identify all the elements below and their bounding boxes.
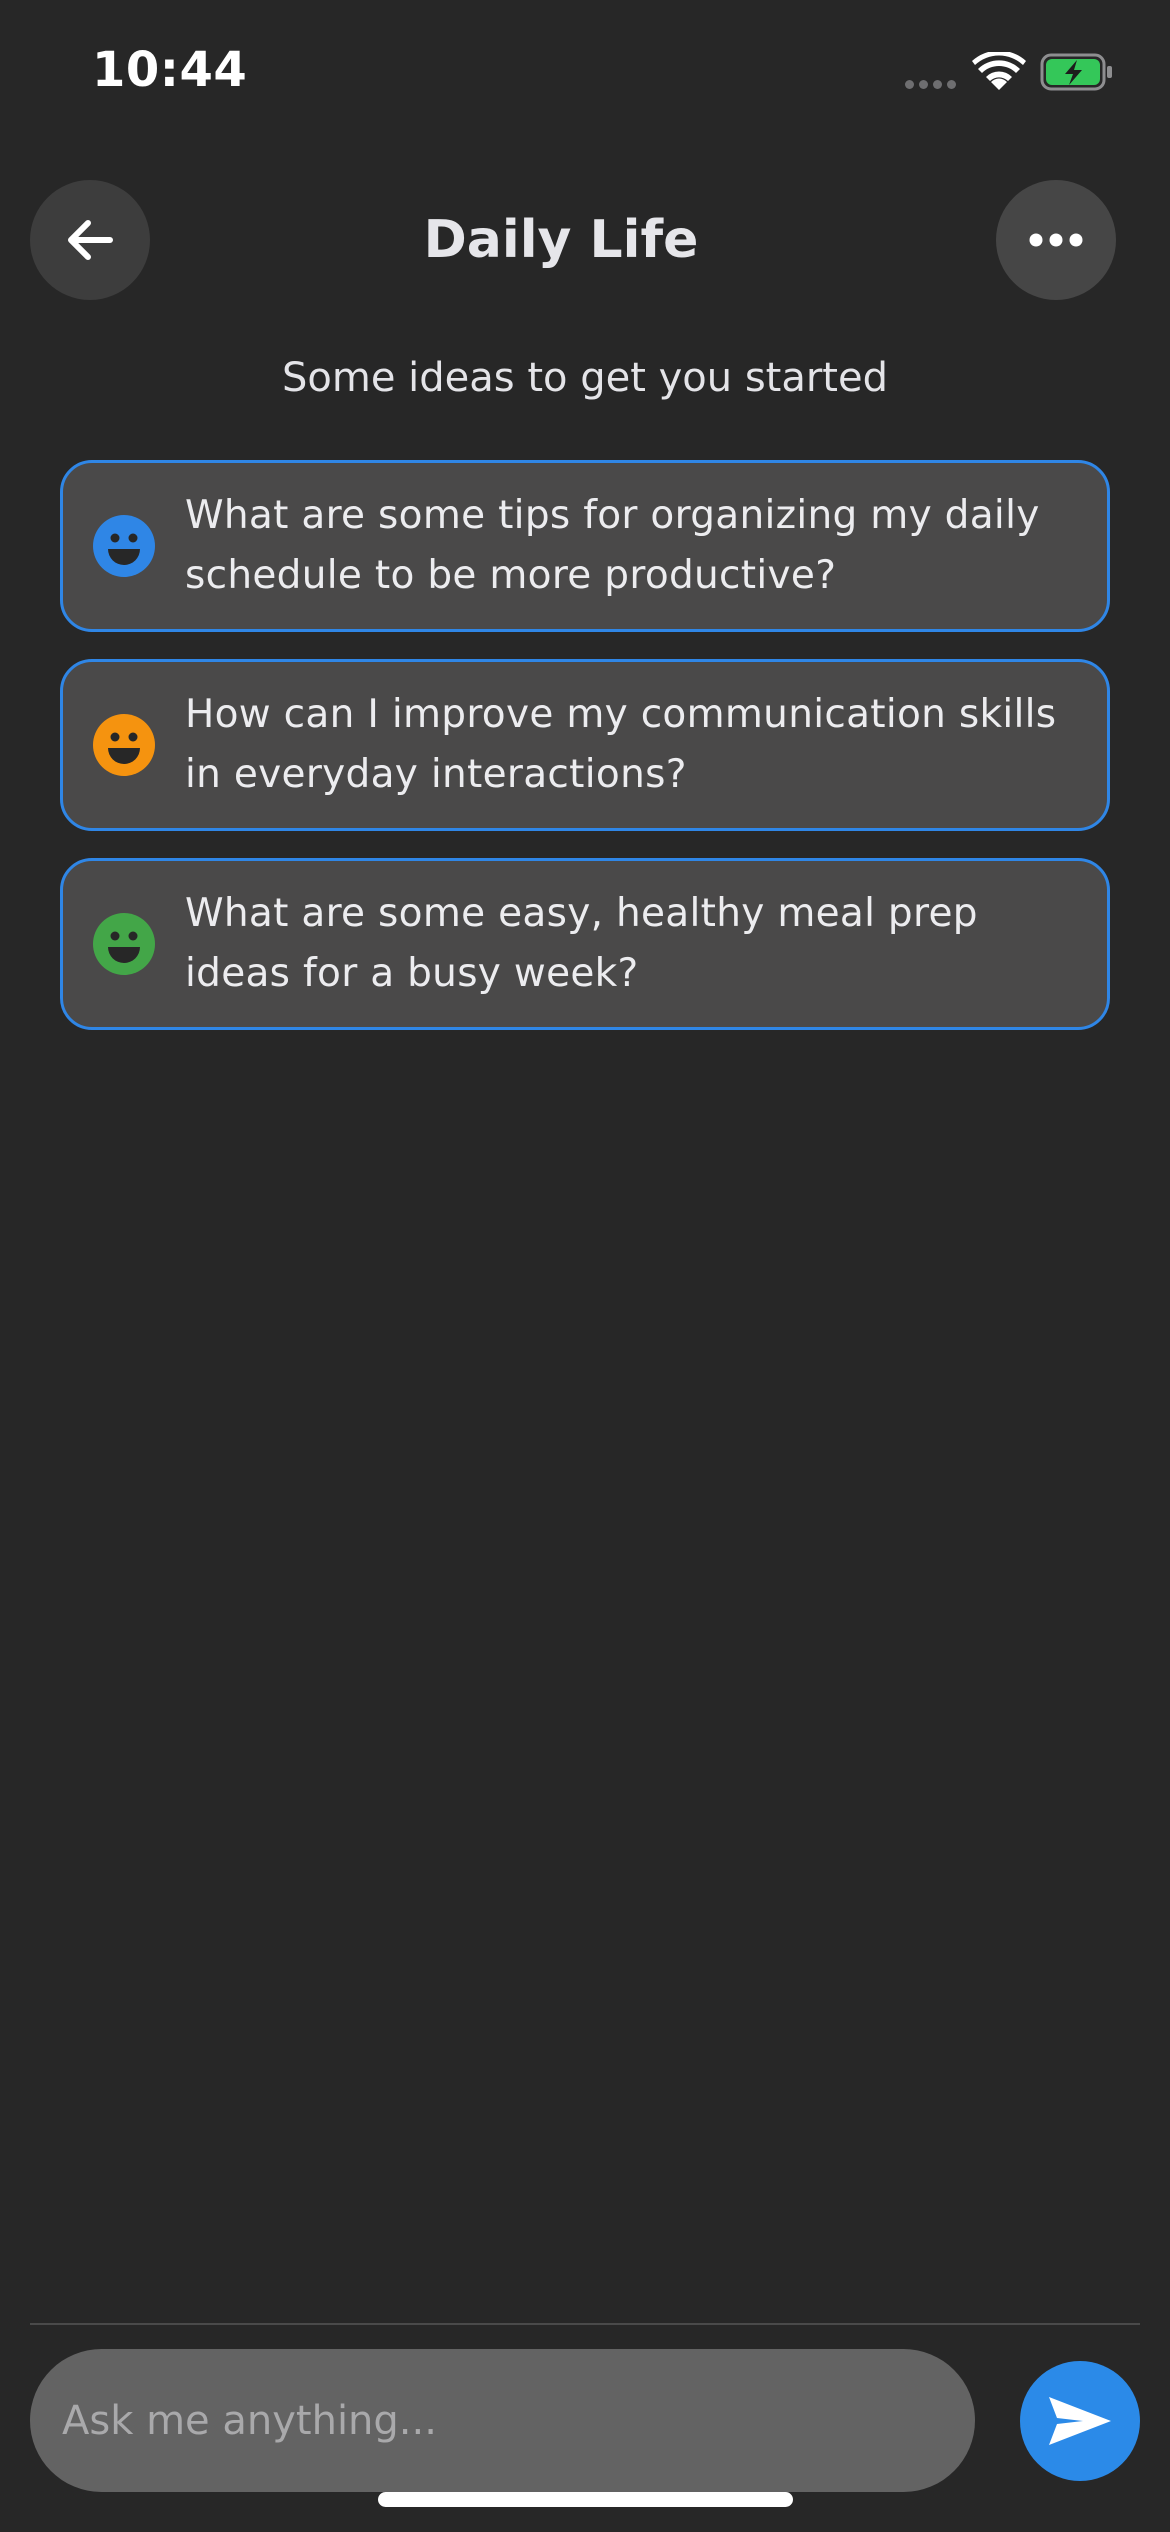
suggestions-heading: Some ideas to get you started — [282, 355, 888, 401]
suggestion-text: What are some tips for organizing my dai… — [185, 493, 1040, 598]
suggestion-text: What are some easy, healthy meal prep id… — [185, 891, 978, 996]
suggestion-card[interactable]: How can I improve my communication skill… — [60, 659, 1110, 831]
wifi-icon — [972, 52, 1026, 90]
battery-charging-icon — [1040, 53, 1112, 91]
composer-divider — [30, 2323, 1140, 2325]
chat-input[interactable] — [30, 2349, 975, 2492]
suggestion-text: How can I improve my communication skill… — [185, 692, 1057, 797]
send-icon — [1049, 2397, 1111, 2445]
page-title: Daily Life — [423, 210, 699, 270]
ellipsis-icon — [1029, 233, 1083, 247]
smiley-icon — [93, 714, 155, 776]
chat-screen: 10:44 Daily Life Some ideas to get you s… — [0, 0, 1170, 2532]
status-time: 10:44 — [92, 42, 248, 98]
smiley-icon — [93, 913, 155, 975]
smiley-icon — [93, 515, 155, 577]
home-indicator — [378, 2492, 793, 2507]
more-options-button[interactable] — [996, 180, 1116, 300]
cellular-signal-icon — [905, 80, 956, 89]
suggestion-card[interactable]: What are some tips for organizing my dai… — [60, 460, 1110, 632]
send-button[interactable] — [1020, 2361, 1140, 2481]
suggestion-list: What are some tips for organizing my dai… — [60, 460, 1110, 1057]
suggestion-card[interactable]: What are some easy, healthy meal prep id… — [60, 858, 1110, 1030]
